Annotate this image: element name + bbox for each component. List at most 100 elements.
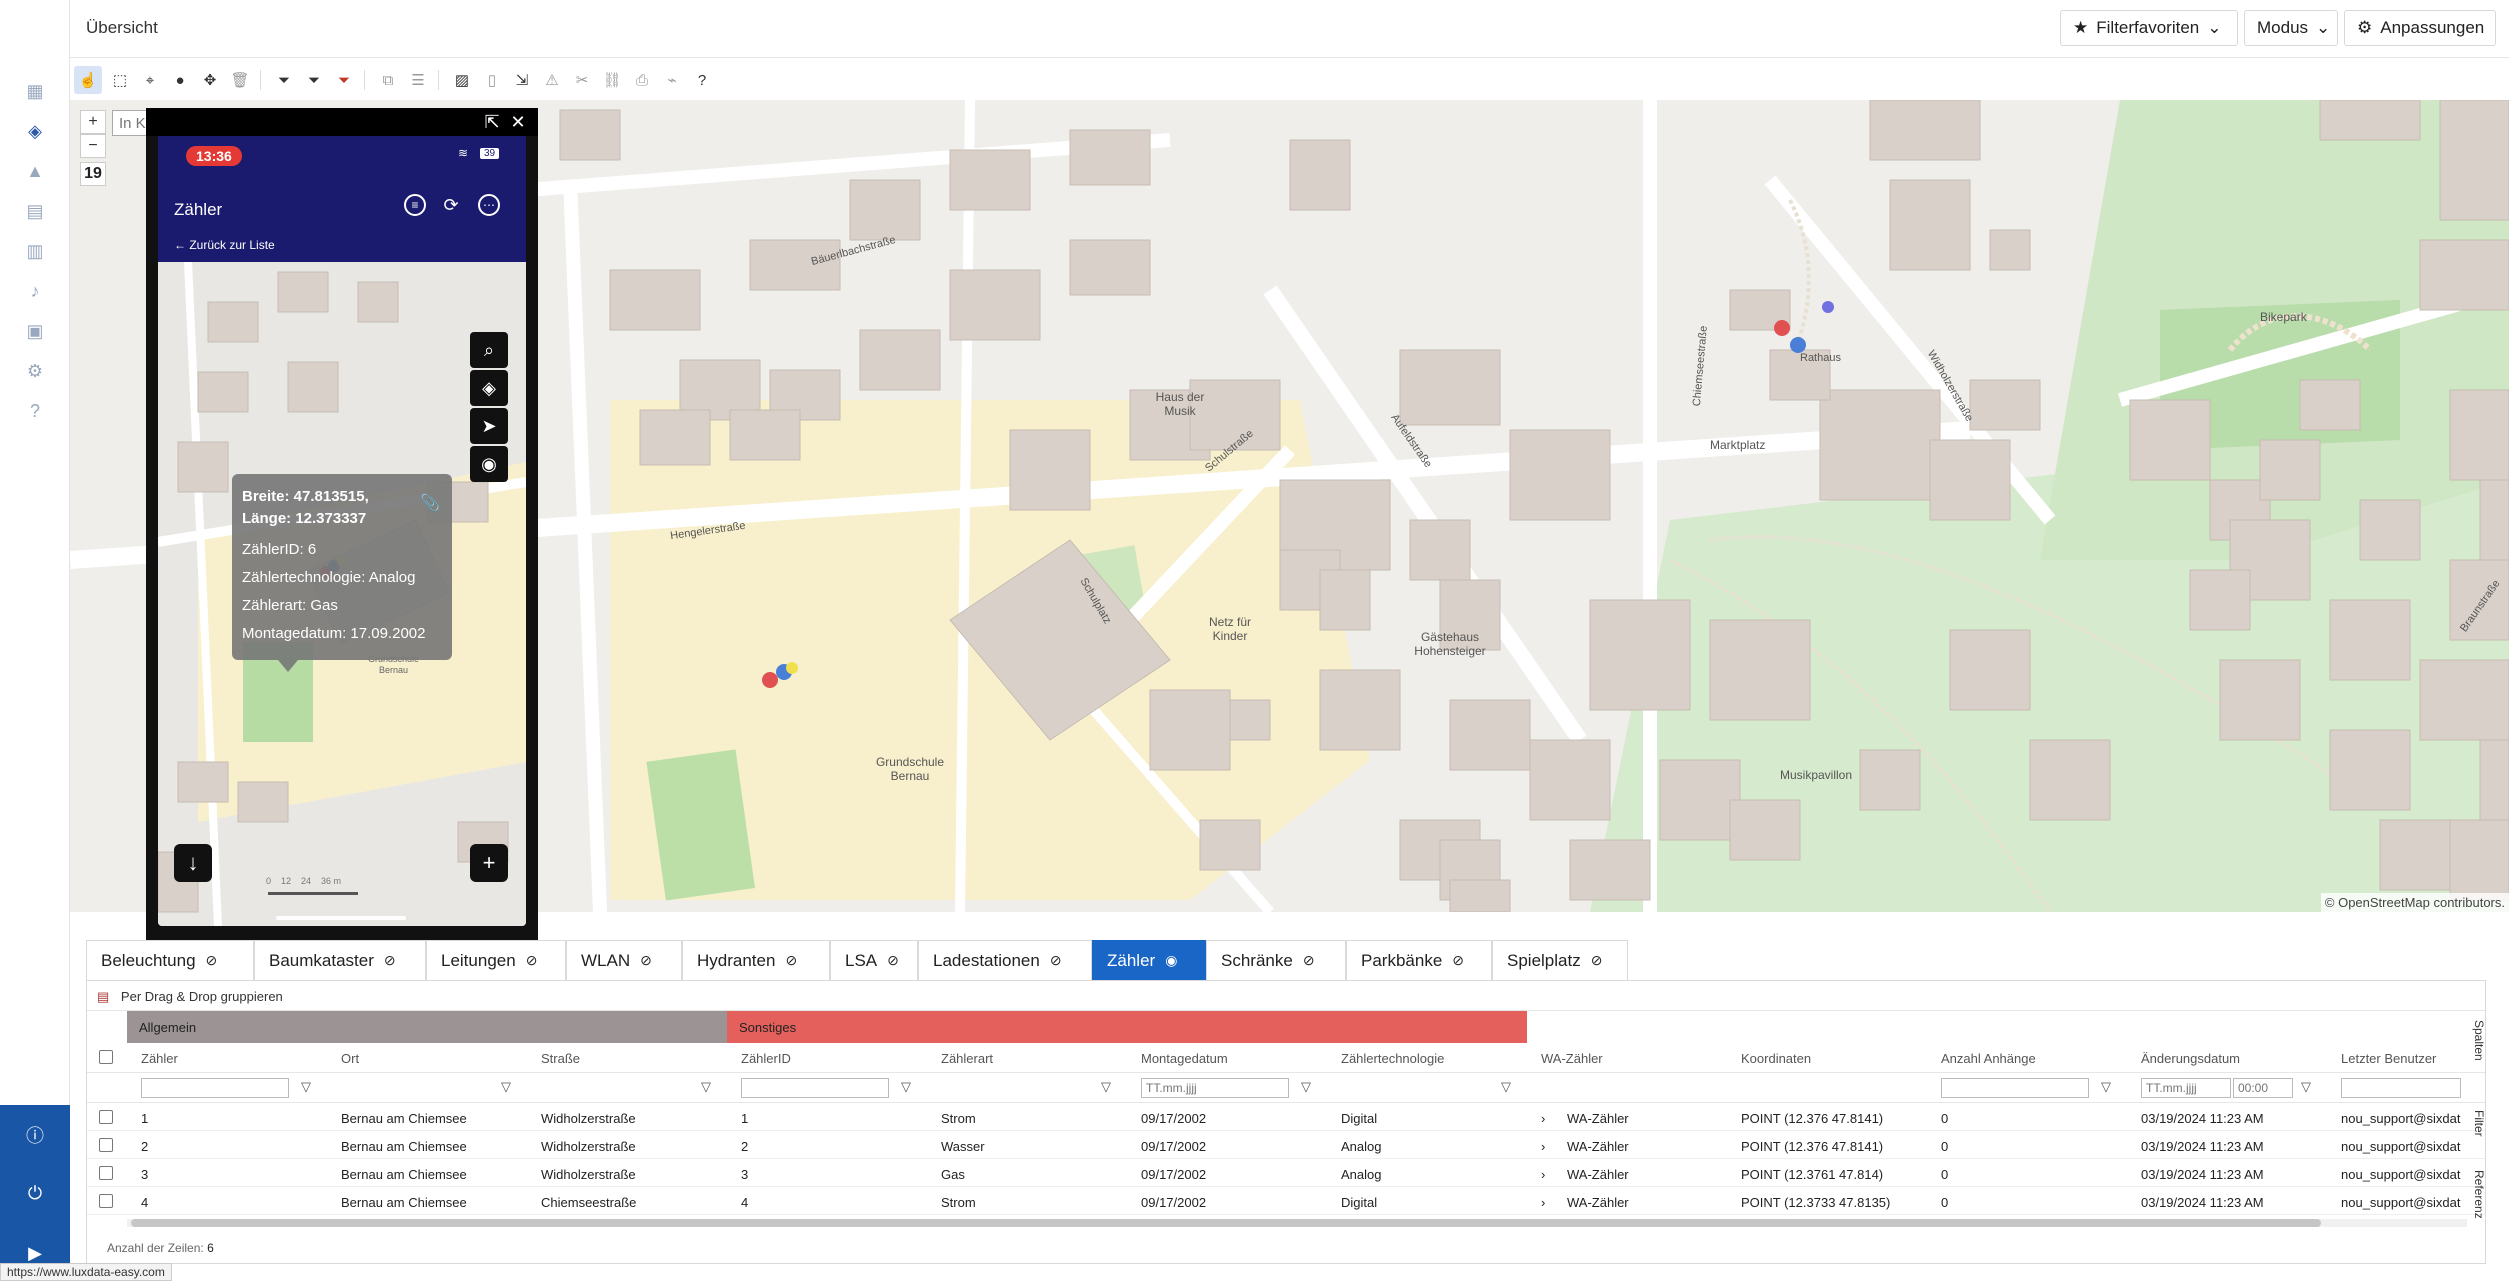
export-icon[interactable]: ⇲ (508, 66, 536, 94)
filter-icon[interactable]: ▽ (2301, 1079, 2311, 1095)
power-icon[interactable]: ⏻ (22, 1180, 48, 1206)
tab-wlan[interactable]: WLAN ⊘ (566, 940, 682, 980)
col-header[interactable]: Montagedatum (1141, 1051, 1228, 1066)
table-row[interactable]: 2 Bernau am Chiemsee Widholzerstraße 2 W… (87, 1131, 2485, 1159)
side-filter-tab[interactable]: Filter (2472, 1110, 2486, 1137)
col-header[interactable]: Zählertechnologie (1341, 1051, 1444, 1066)
list-edit-icon[interactable]: ☰ (404, 66, 432, 94)
filter-icon[interactable]: ▽ (1101, 1079, 1111, 1095)
filter-icon[interactable]: ▽ (701, 1079, 711, 1095)
map-attribution[interactable]: © OpenStreetMap contributors. (2320, 893, 2509, 912)
col-header[interactable]: Straße (541, 1051, 580, 1066)
attach-icon[interactable]: ⌁ (658, 66, 686, 94)
info-icon[interactable]: ⓘ (22, 1122, 48, 1148)
bell-icon[interactable]: ♪ (22, 278, 48, 304)
filter-remove-icon[interactable]: ⏷ (330, 66, 358, 94)
select-rect-icon[interactable]: ⬚ (106, 66, 134, 94)
customize-button[interactable]: ⚙ Anpassungen (2344, 10, 2496, 46)
mode-button[interactable]: Modus ⌄ (2244, 10, 2338, 46)
select-all-checkbox[interactable] (99, 1050, 113, 1064)
tab-zaehler[interactable]: Zähler ◉ (1092, 940, 1206, 980)
briefcase-icon[interactable]: ▣ (22, 318, 48, 344)
filter-favorites-button[interactable]: ★ Filterfavoriten ⌄ (2060, 10, 2238, 46)
tab-spielplatz[interactable]: Spielplatz ⊘ (1492, 940, 1628, 980)
tab-baumkataster[interactable]: Baumkataster ⊘ (254, 940, 426, 980)
col-header[interactable]: Koordinaten (1741, 1051, 1811, 1066)
tab-ladestationen[interactable]: Ladestationen ⊘ (918, 940, 1092, 980)
chart-icon[interactable]: ▥ (22, 238, 48, 264)
help-tool-icon[interactable]: ? (688, 66, 716, 94)
eye-off-icon[interactable]: ⊘ (384, 952, 396, 969)
table-row[interactable]: 4 Bernau am Chiemsee Chiemseestraße 4 St… (87, 1187, 2485, 1215)
filter-icon[interactable]: ▽ (2101, 1079, 2111, 1095)
row-checkbox[interactable] (99, 1194, 113, 1208)
col-header[interactable]: Zählerart (941, 1051, 993, 1066)
col-header[interactable]: ZählerID (741, 1051, 791, 1066)
filter-input[interactable] (1941, 1078, 2089, 1098)
zoom-in-button[interactable]: + (80, 110, 106, 134)
navigate-icon[interactable]: ➤ (470, 408, 508, 444)
refresh-icon[interactable]: ⟳ (440, 194, 462, 216)
layers-icon[interactable]: ◈ (470, 370, 508, 406)
gear-icon[interactable]: ⚙ (22, 358, 48, 384)
col-header[interactable]: Änderungsdatum (2141, 1051, 2240, 1066)
row-checkbox[interactable] (99, 1110, 113, 1124)
download-icon[interactable]: ↓ (174, 844, 212, 882)
eye-off-icon[interactable]: ⊘ (1303, 952, 1315, 969)
filter-icon[interactable]: ▽ (501, 1079, 511, 1095)
eye-off-icon[interactable]: ⊘ (206, 952, 218, 969)
filter-input[interactable] (141, 1078, 289, 1098)
col-header[interactable]: Ort (341, 1051, 359, 1066)
date-filter-input[interactable] (1141, 1078, 1289, 1098)
horizontal-scrollbar[interactable] (127, 1219, 2467, 1227)
pointer-tool-icon[interactable]: ☝ (74, 66, 102, 94)
col-header[interactable]: Letzter Benutzer (2341, 1051, 2436, 1066)
scissors-icon[interactable]: ✂ (568, 66, 596, 94)
filter-plus-icon[interactable]: ⏷ (300, 66, 328, 94)
tab-leitungen[interactable]: Leitungen ⊘ (426, 940, 566, 980)
filter-input[interactable] (741, 1078, 889, 1098)
filter-icon[interactable]: ⏷ (270, 66, 298, 94)
filter-icon[interactable]: ▽ (1501, 1079, 1511, 1095)
help-icon[interactable]: ? (22, 398, 48, 424)
marker-icon[interactable]: ● (166, 66, 194, 94)
eye-off-icon[interactable]: ⊘ (526, 952, 538, 969)
phone-map[interactable]: Grundschule Bernau 0 12 24 36 m ⌕ ◈ ➤ ◉ … (158, 261, 526, 926)
paperclip-icon[interactable]: 📎 (420, 490, 440, 518)
filter-icon[interactable]: ▽ (301, 1079, 311, 1095)
eye-off-icon[interactable]: ⊘ (887, 952, 899, 969)
popout-icon[interactable]: ⇱ (482, 112, 502, 132)
eye-off-icon[interactable]: ⊘ (640, 952, 652, 969)
time-filter-input[interactable] (2233, 1078, 2293, 1098)
group-panel[interactable]: ▤ Per Drag & Drop gruppieren (87, 981, 2485, 1011)
camera-icon[interactable]: ◉ (470, 446, 508, 482)
date-filter-input[interactable] (2141, 1078, 2231, 1098)
tab-schraenke[interactable]: Schränke ⊘ (1206, 940, 1346, 980)
col-header[interactable]: WA-Zähler (1541, 1051, 1603, 1066)
eye-off-icon[interactable]: ⊘ (1452, 952, 1464, 969)
dashboard-icon[interactable]: ▦ (22, 78, 48, 104)
expand-icon[interactable]: › (1541, 1167, 1545, 1182)
tab-lsa[interactable]: LSA ⊘ (830, 940, 918, 980)
filter-icon[interactable]: ▽ (1301, 1079, 1311, 1095)
map-icon[interactable]: ◈ (22, 118, 48, 144)
warning-icon[interactable]: ▲ (22, 158, 48, 184)
more-icon[interactable]: ⋯ (478, 194, 500, 216)
add-icon[interactable]: + (470, 844, 508, 882)
eye-off-icon[interactable]: ⊘ (1050, 952, 1062, 969)
tab-beleuchtung[interactable]: Beleuchtung ⊘ (86, 940, 254, 980)
copy-icon[interactable]: ⧉ (374, 66, 402, 94)
filter-input[interactable] (2341, 1078, 2461, 1098)
delete-doc-icon[interactable]: ▯ (478, 66, 506, 94)
filter-icon[interactable]: ▽ (901, 1079, 911, 1095)
trash-icon[interactable]: 🗑 (226, 66, 254, 94)
side-columns-tab[interactable]: Spalten (2472, 1020, 2486, 1061)
eye-off-icon[interactable]: ⊘ (785, 952, 797, 969)
link-icon[interactable]: ⛓ (598, 66, 626, 94)
database-icon[interactable]: ▤ (22, 198, 48, 224)
side-reference-tab[interactable]: Referenz (2472, 1170, 2486, 1219)
table-row[interactable]: 3 Bernau am Chiemsee Widholzerstraße 3 G… (87, 1159, 2485, 1187)
col-header[interactable]: Anzahl Anhänge (1941, 1051, 2036, 1066)
back-to-list-link[interactable]: ← Zurück zur Liste (174, 238, 275, 252)
expand-icon[interactable]: › (1541, 1111, 1545, 1126)
